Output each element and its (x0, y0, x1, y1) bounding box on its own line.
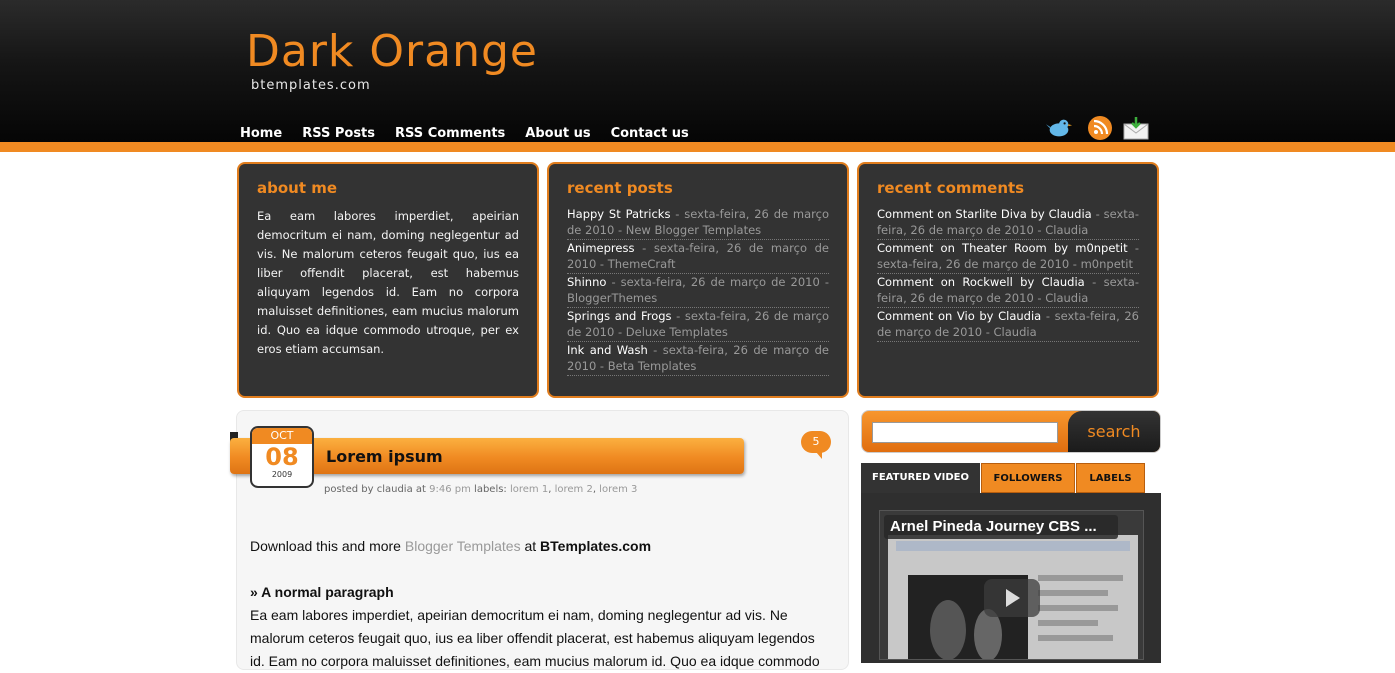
btemplates-link[interactable]: BTemplates.com (540, 538, 651, 554)
recent-comment-link[interactable]: Comment on Vio by Claudia (877, 309, 1041, 323)
post-title[interactable]: Lorem ipsum (326, 447, 443, 466)
post-intro: Download this and more Blogger Templates… (250, 538, 652, 554)
site-subtitle: btemplates.com (251, 78, 371, 93)
recent-comment-link[interactable]: Comment on Theater Room by m0npetit (877, 241, 1128, 255)
tab-featured-video[interactable]: FEATURED VIDEO (861, 463, 980, 493)
post-date-month: OCT (252, 428, 312, 444)
about-me-title: about me (257, 179, 338, 197)
recent-comment-link[interactable]: Comment on Starlite Diva by Claudia (877, 207, 1092, 221)
post-body: Download this and more Blogger Templates… (250, 535, 830, 673)
list-item: Animepress - sexta-feira, 26 de março de… (567, 241, 829, 274)
recent-post-meta: - sexta-feira, 26 de março de 2010 - Blo… (567, 275, 829, 305)
recent-comments-title: recent comments (877, 179, 1025, 197)
email-subscribe-icon[interactable] (1122, 114, 1150, 142)
post-time-link[interactable]: 9:46 pm (429, 484, 471, 495)
list-item: Comment on Rockwell by Claudia - sexta-f… (877, 275, 1139, 308)
list-item: Happy St Patricks - sexta-feira, 26 de m… (567, 207, 829, 240)
blogger-templates-link[interactable]: Blogger Templates (405, 538, 521, 554)
list-item: Ink and Wash - sexta-feira, 26 de março … (567, 343, 829, 376)
post-date-day: 08 (265, 443, 299, 471)
nav-rss-comments[interactable]: RSS Comments (395, 126, 505, 141)
about-me-text: Ea eam labores imperdiet, apeirian democ… (257, 209, 519, 356)
post-meta: posted by claudia at 9:46 pm labels: lor… (324, 484, 638, 495)
site-title[interactable]: Dark Orange (246, 26, 538, 77)
comment-count-badge[interactable]: 5 (801, 431, 831, 459)
search-button[interactable]: search (1068, 411, 1160, 452)
recent-post-link[interactable]: Ink and Wash (567, 343, 648, 357)
nav-contact-us[interactable]: Contact us (611, 126, 689, 141)
recent-post-link[interactable]: Animepress (567, 241, 634, 255)
label-link[interactable]: lorem 1 (510, 484, 548, 495)
list-item: Comment on Theater Room by m0npetit - se… (877, 241, 1139, 274)
list-item: Springs and Frogs - sexta-feira, 26 de m… (567, 309, 829, 342)
tab-labels[interactable]: LABELS (1076, 463, 1145, 493)
rss-feed-icon[interactable] (1086, 114, 1114, 142)
search-input[interactable] (872, 422, 1058, 443)
recent-post-link[interactable]: Happy St Patricks (567, 207, 670, 221)
section-heading: » A normal paragraph (250, 584, 394, 600)
recent-post-link[interactable]: Springs and Frogs (567, 309, 672, 323)
main-nav: Home RSS Posts RSS Comments About us Con… (240, 126, 689, 141)
label-link[interactable]: lorem 2 (555, 484, 593, 495)
nav-about-us[interactable]: About us (525, 126, 590, 141)
recent-posts-widget: recent posts Happy St Patricks - sexta-f… (547, 162, 849, 398)
header-accent-bar (0, 142, 1395, 152)
label-link[interactable]: lorem 3 (599, 484, 637, 495)
twitter-bird-icon[interactable] (1045, 114, 1073, 142)
post-date-badge: OCT 08 2009 (250, 426, 314, 488)
list-item: Shinno - sexta-feira, 26 de março de 201… (567, 275, 829, 308)
post-author: posted by claudia at (324, 484, 430, 495)
recent-comments-widget: recent comments Comment on Starlite Diva… (857, 162, 1159, 398)
recent-comment-link[interactable]: Comment on Rockwell by Claudia (877, 275, 1085, 289)
header (0, 0, 1395, 142)
list-item: Comment on Vio by Claudia - sexta-feira,… (877, 309, 1139, 342)
tab-followers[interactable]: FOLLOWERS (981, 463, 1075, 493)
search-box: search (861, 410, 1161, 453)
video-player[interactable]: Arnel Pineda Journey CBS ... (879, 510, 1144, 660)
sidebar-tabs: FEATURED VIDEO FOLLOWERS LABELS (861, 463, 1161, 493)
list-item: Comment on Starlite Diva by Claudia - se… (877, 207, 1139, 240)
post-date-year: 2009 (271, 470, 293, 479)
recent-posts-title: recent posts (567, 179, 673, 197)
about-me-widget: about me Ea eam labores imperdiet, apeir… (237, 162, 539, 398)
play-icon[interactable] (984, 579, 1040, 617)
post-paragraph: Ea eam labores imperdiet, apeirian democ… (250, 607, 820, 669)
recent-post-link[interactable]: Shinno (567, 275, 606, 289)
video-title[interactable]: Arnel Pineda Journey CBS ... (884, 515, 1118, 539)
nav-rss-posts[interactable]: RSS Posts (302, 126, 375, 141)
nav-home[interactable]: Home (240, 126, 282, 141)
post-labels-prefix: labels: (470, 484, 510, 495)
